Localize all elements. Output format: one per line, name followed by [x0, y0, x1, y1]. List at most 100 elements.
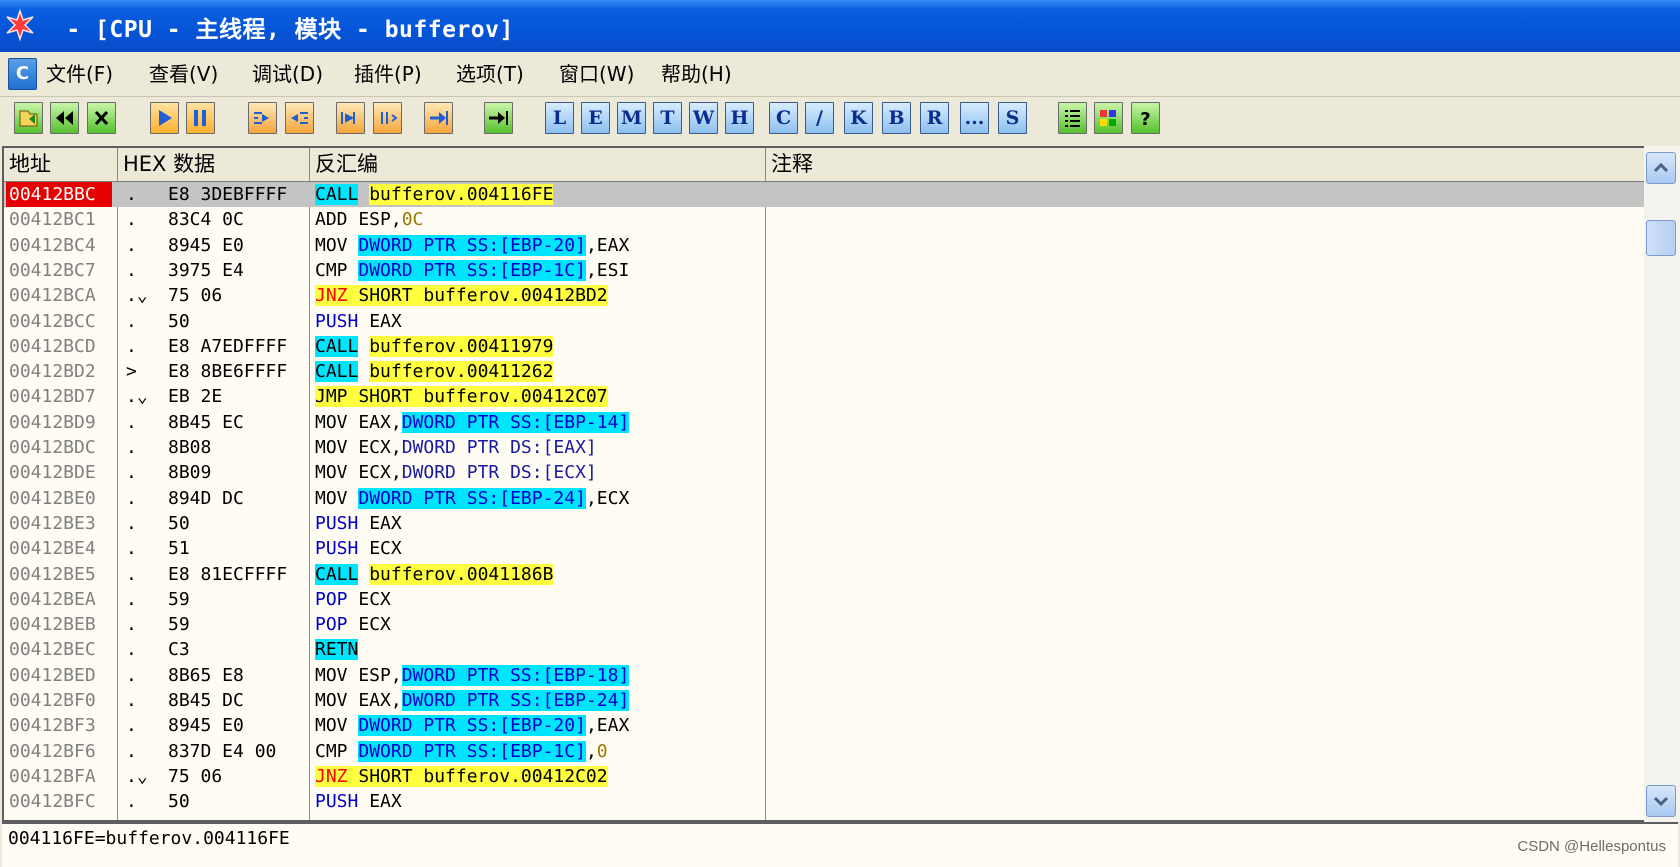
menu-window[interactable]: 窗口(W) — [559, 58, 634, 90]
operand: bufferov.00411979 — [369, 335, 554, 357]
disasm-row[interactable]: 00412BFA .⌄ 75 06 JNZ SHORT bufferov.00412C… — [4, 764, 1646, 789]
handles-button[interactable]: H — [725, 102, 754, 134]
disasm-cell: POP ECX — [315, 614, 391, 636]
disasm-row[interactable]: 00412BC1. 83C4 0C ADD ESP,0C — [4, 207, 1646, 232]
column-header-hex[interactable]: HEX 数据 — [118, 148, 310, 182]
memory-map-button[interactable]: M — [617, 102, 646, 134]
disasm-row[interactable]: 00412BFC. 50 PUSH EAX — [4, 789, 1646, 814]
cpu-button[interactable]: C — [769, 102, 798, 134]
disasm-row[interactable]: 00412BC4. 8945 E0 MOV DWORD PTR SS:[EBP-20… — [4, 233, 1646, 258]
disasm-cell: PUSH ECX — [315, 538, 402, 560]
column-header-comment[interactable]: 注释 — [766, 148, 1646, 182]
disasm-cell: RETN — [315, 637, 765, 662]
threads-button[interactable]: T — [653, 102, 682, 134]
address-cell: 00412BD7 — [9, 386, 96, 408]
patches-button[interactable]: / — [805, 102, 834, 134]
menu-view[interactable]: 查看(V) — [149, 58, 218, 90]
execute-till-return-icon[interactable] — [424, 102, 453, 134]
hex-cell: 83C4 0C — [168, 209, 244, 231]
disasm-row[interactable]: 00412BBC. E8 3DEBFFFF CALL bufferov.004116… — [4, 182, 1646, 208]
disasm-cell: MOV EAX,DWORD PTR SS:[EBP-24] — [315, 690, 630, 711]
column-header-address[interactable]: 地址 — [4, 148, 118, 182]
memory-operand: DWORD PTR SS:[EBP-18] — [401, 664, 630, 686]
disasm-row[interactable]: 00412BCC. 50 PUSH EAX — [4, 309, 1646, 334]
disasm-row[interactable]: 00412BEA. 59 POP ECX — [4, 587, 1646, 612]
menu-help[interactable]: 帮助(H) — [661, 58, 732, 90]
window-title: - [CPU - 主线程, 模块 - bufferov] — [52, 17, 514, 43]
jump-flag: . — [126, 437, 137, 458]
disasm-row[interactable]: 00412BCD. E8 A7EDFFFF CALL bufferov.004119… — [4, 334, 1646, 359]
step-over-icon[interactable] — [285, 102, 314, 134]
column-header-disasm[interactable]: 反汇编 — [310, 148, 766, 182]
list-icon[interactable] — [1058, 102, 1087, 134]
appearance-icon[interactable] — [1094, 102, 1123, 134]
address-cell: 00412BBC — [6, 182, 112, 207]
disasm-row[interactable]: 00412BD2 > E8 8BE6FFFF CALL bufferov.004112… — [4, 359, 1646, 384]
call-stack-button[interactable]: K — [844, 102, 873, 134]
menu-plugins[interactable]: 插件(P) — [354, 58, 422, 90]
scroll-up-icon[interactable] — [1646, 152, 1676, 184]
run-trace-button[interactable]: ... — [960, 102, 989, 134]
hex-cell: 50 — [168, 791, 190, 813]
references-button[interactable]: R — [920, 102, 949, 134]
cpu-window-button[interactable]: C — [8, 58, 37, 90]
executable-modules-button[interactable]: E — [581, 102, 610, 134]
source-button[interactable]: S — [998, 102, 1027, 134]
address-cell: 00412BD9 — [9, 411, 96, 433]
address-cell: 00412BE4 — [9, 538, 96, 560]
mnemonic: PUSH — [315, 538, 359, 560]
info-pane: 004116FE=bufferov.004116FE — [2, 822, 1678, 867]
disasm-row[interactable]: 00412BEC. C3 RETN — [4, 637, 1646, 662]
disasm-row[interactable]: 00412BEB. 59 POP ECX — [4, 612, 1646, 637]
disasm-row[interactable]: 00412BD7 .⌄ EB 2E JMP SHORT bufferov.00412C… — [4, 384, 1646, 409]
memory-operand: DWORD PTR DS:[ECX] — [401, 462, 597, 484]
disasm-row[interactable]: 00412BED. 8B65 E8 MOV ESP,DWORD PTR SS:[EB… — [4, 663, 1646, 688]
disasm-row[interactable]: 00412BC7. 3975 E4 CMP DWORD PTR SS:[EBP-1C… — [4, 258, 1646, 283]
mnemonic: CALL — [315, 361, 359, 383]
step-into-icon[interactable] — [248, 102, 277, 134]
disasm-cell: POP ECX — [315, 588, 391, 610]
cpu-disassembly-pane[interactable]: 地址 HEX 数据 反汇编 注释 00412BBC. E8 3DEBFFFF CAL… — [2, 146, 1648, 822]
jump-flag: . — [126, 310, 137, 332]
pause-icon[interactable] — [186, 102, 215, 134]
windows-button[interactable]: W — [689, 102, 718, 134]
scroll-thumb[interactable] — [1646, 220, 1676, 256]
disasm-row[interactable]: 00412BE5. E8 81ECFFFF CALL bufferov.004118… — [4, 562, 1646, 587]
address-cell: 00412BF0 — [9, 690, 96, 711]
scroll-down-icon[interactable] — [1646, 785, 1676, 817]
breakpoints-button[interactable]: B — [882, 102, 911, 134]
disasm-row[interactable]: 00412BF6. 837D E4 00 CMP DWORD PTR SS:[EBP… — [4, 739, 1646, 764]
menu-file[interactable]: 文件(F) — [46, 58, 113, 90]
memory-operand: DWORD PTR SS:[EBP-14] — [401, 411, 630, 433]
mnemonic: CALL — [315, 184, 359, 205]
log-window-button[interactable]: L — [545, 102, 574, 134]
trace-into-icon[interactable] — [336, 102, 365, 134]
close-icon[interactable] — [87, 102, 116, 134]
go-to-icon[interactable] — [484, 102, 513, 134]
disasm-row[interactable]: 00412BCA .⌄ 75 06 JNZ SHORT bufferov.00412B… — [4, 283, 1646, 308]
operand-immediate: 0C — [401, 209, 424, 231]
info-text: 004116FE=bufferov.004116FE — [8, 828, 290, 849]
run-icon[interactable] — [150, 102, 179, 134]
disasm-cell: MOV DWORD PTR SS:[EBP-24],ECX — [315, 487, 630, 509]
mnemonic: JNZ — [315, 285, 348, 307]
disasm-row[interactable]: 00412BF3. 8945 E0 MOV DWORD PTR SS:[EBP-20… — [4, 713, 1646, 738]
disasm-row[interactable]: 00412BDE. 8B09 MOV ECX,DWORD PTR DS:[ECX] — [4, 460, 1646, 485]
menu-options[interactable]: 选项(T) — [456, 58, 524, 90]
disasm-row[interactable]: 00412BE3. 50 PUSH EAX — [4, 511, 1646, 536]
disasm-row[interactable]: 00412BE4. 51 PUSH ECX — [4, 536, 1646, 561]
restart-icon[interactable] — [50, 102, 79, 134]
disasm-cell: JMP SHORT bufferov.00412C07 — [315, 384, 765, 409]
watermark: CSDN @Hellespontus — [1517, 838, 1666, 855]
hex-cell: 8B45 DC — [168, 690, 244, 711]
jump-flag: .⌄ — [126, 765, 148, 787]
disasm-row[interactable]: 00412BDC. 8B08 MOV ECX,DWORD PTR DS:[EAX] — [4, 435, 1646, 460]
help-icon[interactable]: ? — [1131, 102, 1160, 134]
disasm-row[interactable]: 00412BE0. 894D DC MOV DWORD PTR SS:[EBP-24… — [4, 486, 1646, 511]
hex-cell: 8B45 EC — [168, 411, 244, 433]
disasm-row[interactable]: 00412BD9. 8B45 EC MOV EAX,DWORD PTR SS:[EB… — [4, 410, 1646, 435]
menu-debug[interactable]: 调试(D) — [252, 58, 323, 90]
open-file-icon[interactable] — [14, 102, 43, 134]
trace-over-icon[interactable] — [373, 102, 402, 134]
disasm-row[interactable]: 00412BF0. 8B45 DC MOV EAX,DWORD PTR SS:[EB… — [4, 688, 1646, 713]
